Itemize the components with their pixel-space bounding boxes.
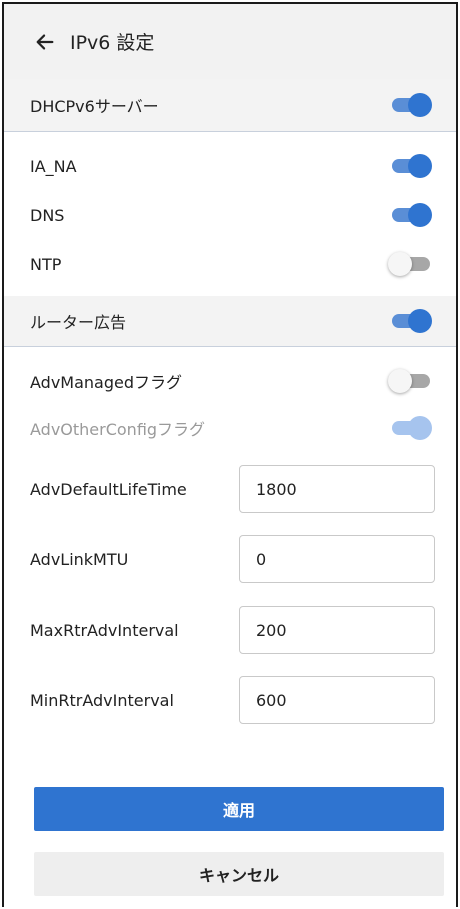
router-advert-row: ルーター広告 bbox=[4, 296, 456, 347]
apply-button[interactable]: 適用 bbox=[34, 787, 444, 831]
max-rtr-adv-interval-row: MaxRtrAdvInterval bbox=[4, 605, 456, 655]
ia-na-label: IA_NA bbox=[30, 156, 77, 176]
dhcpv6-server-toggle[interactable] bbox=[388, 92, 432, 118]
adv-link-mtu-input[interactable] bbox=[239, 535, 435, 583]
dhcpv6-server-label: DHCPv6サーバー bbox=[30, 97, 159, 116]
adv-managed-row: AdvManagedフラグ bbox=[4, 359, 456, 403]
adv-otherconfig-label: AdvOtherConfigフラグ bbox=[30, 420, 206, 439]
min-rtr-adv-interval-label: MinRtrAdvInterval bbox=[30, 690, 174, 710]
min-rtr-adv-interval-input[interactable] bbox=[239, 676, 435, 724]
arrow-left-icon[interactable] bbox=[34, 31, 56, 53]
adv-link-mtu-label: AdvLinkMTU bbox=[30, 549, 129, 569]
ia-na-row: IA_NA bbox=[4, 144, 456, 188]
max-rtr-adv-interval-label: MaxRtrAdvInterval bbox=[30, 620, 179, 640]
ntp-toggle[interactable] bbox=[388, 251, 432, 277]
ia-na-toggle[interactable] bbox=[388, 153, 432, 179]
dhcpv6-server-row: DHCPv6サーバー bbox=[4, 79, 456, 132]
dns-toggle[interactable] bbox=[388, 202, 432, 228]
adv-default-lifetime-label: AdvDefaultLifeTime bbox=[30, 479, 187, 499]
adv-default-lifetime-row: AdvDefaultLifeTime bbox=[4, 464, 456, 514]
router-advert-label: ルーター広告 bbox=[30, 313, 127, 332]
adv-default-lifetime-input[interactable] bbox=[239, 465, 435, 513]
ntp-row: NTP bbox=[4, 242, 456, 286]
min-rtr-adv-interval-row: MinRtrAdvInterval bbox=[4, 675, 456, 725]
adv-managed-label: AdvManagedフラグ bbox=[30, 373, 183, 392]
router-advert-toggle[interactable] bbox=[388, 308, 432, 334]
ntp-label: NTP bbox=[30, 254, 62, 274]
cancel-button[interactable]: キャンセル bbox=[34, 852, 444, 896]
adv-managed-toggle[interactable] bbox=[388, 368, 432, 394]
adv-otherconfig-row: AdvOtherConfigフラグ bbox=[4, 406, 456, 450]
adv-link-mtu-row: AdvLinkMTU bbox=[4, 534, 456, 584]
page-title: IPv6 設定 bbox=[70, 32, 155, 54]
dns-label: DNS bbox=[30, 205, 65, 225]
max-rtr-adv-interval-input[interactable] bbox=[239, 606, 435, 654]
ipv6-settings-screen: IPv6 設定 DHCPv6サーバー IA_NA DNS NTP ルーター広告 … bbox=[2, 2, 458, 907]
adv-otherconfig-toggle bbox=[388, 415, 432, 441]
app-header: IPv6 設定 bbox=[4, 4, 456, 80]
dns-row: DNS bbox=[4, 193, 456, 237]
